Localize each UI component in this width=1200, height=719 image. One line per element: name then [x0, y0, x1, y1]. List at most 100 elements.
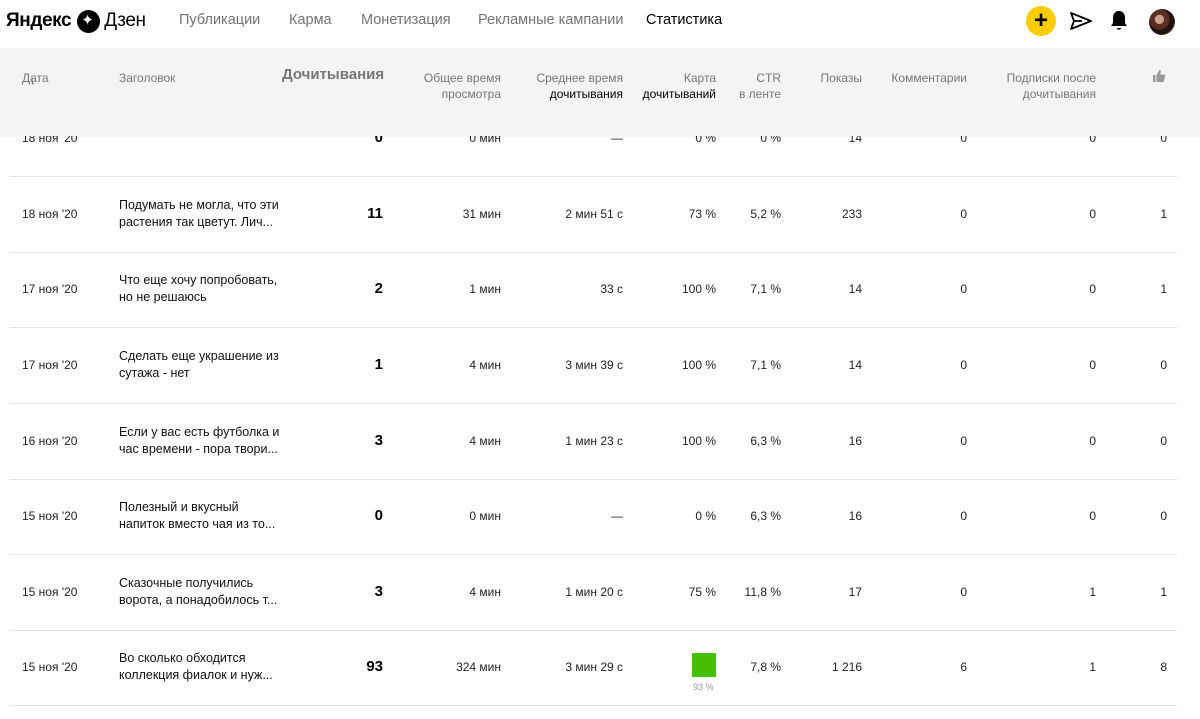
- nav-monetization[interactable]: Монетизация: [361, 12, 451, 28]
- cell-ctr: 11,8 %: [744, 585, 781, 599]
- cell-date: 18 ноя '20: [22, 207, 78, 221]
- plus-icon[interactable]: +: [1026, 6, 1056, 36]
- col-reading-map[interactable]: Карта дочитываний: [643, 70, 716, 102]
- send-icon[interactable]: [1070, 11, 1092, 31]
- cell-comments: 0: [960, 207, 967, 221]
- cell-title-link[interactable]: Сделать еще украшение из сутажа - нет: [119, 348, 289, 382]
- nav-statistics[interactable]: Статистика: [646, 12, 722, 28]
- cell-views: 14: [848, 282, 862, 296]
- col-avg-time-line2: дочитывания: [549, 87, 623, 101]
- cell-total-time: 1 мин: [469, 282, 501, 296]
- cell-title-link[interactable]: Сказочные получились ворота, а понадобило…: [119, 575, 289, 609]
- col-map-line1: Карта: [683, 71, 716, 85]
- cell-comments: 0: [960, 282, 967, 296]
- cell-title-line1: Во сколько обходится: [119, 651, 246, 665]
- cell-title-line1: Подумать не могла, что эти: [119, 198, 279, 212]
- cell-avg-time: 3 мин 29 с: [565, 660, 623, 674]
- cell-total-time: 31 мин: [462, 207, 501, 221]
- cell-title-line1: Сделать еще украшение из: [119, 349, 279, 363]
- cell-date: 17 ноя '20: [22, 358, 78, 372]
- cell-date: 17 ноя '20: [22, 282, 78, 296]
- col-comments[interactable]: Комментарии: [891, 70, 967, 86]
- table-row[interactable]: 15 ноя '20 Полезный и вкусный напиток вмес…: [10, 479, 1177, 555]
- cell-total-time: 0 мин: [469, 509, 501, 523]
- table-row[interactable]: 17 ноя '20 Сделать еще украшение из сутажа…: [10, 328, 1177, 404]
- cell-likes: 1: [1160, 585, 1167, 599]
- yandex-zen-logo[interactable]: Яндекс Дзен: [6, 8, 146, 34]
- thumbs-up-icon[interactable]: [1152, 69, 1166, 83]
- col-reads[interactable]: Дочитывания: [282, 67, 384, 83]
- cell-title-line2: ворота, а понадобилось т...: [119, 593, 278, 607]
- cell-title-link[interactable]: Если у вас есть футболка и час времени - …: [119, 424, 289, 458]
- nav-ad-campaigns[interactable]: Рекламные кампании: [478, 12, 623, 28]
- avatar[interactable]: [1149, 9, 1175, 35]
- cell-likes: 0: [1160, 509, 1167, 523]
- cell-comments: 0: [960, 358, 967, 372]
- table-row[interactable]: 16 ноя '20 Если у вас есть футболка и час …: [10, 404, 1177, 480]
- cell-views: 16: [848, 434, 862, 448]
- cell-views: 233: [841, 207, 862, 221]
- cell-avg-time: —: [611, 509, 623, 523]
- cell-reading-map: 100 %: [681, 358, 716, 372]
- cell-title-link[interactable]: Полезный и вкусный напиток вместо чая из …: [119, 499, 289, 533]
- cell-reads: 2: [374, 280, 383, 297]
- cell-reads: 3: [374, 432, 383, 449]
- cell-comments: 0: [960, 509, 967, 523]
- col-subs-line2: дочитывания: [1022, 87, 1096, 101]
- cell-reading-map: 75 %: [688, 585, 716, 599]
- cell-title-link[interactable]: Во сколько обходится коллекция фиалок и н…: [119, 650, 289, 684]
- cell-subscriptions: 0: [1089, 282, 1096, 296]
- cell-total-time: 4 мин: [469, 585, 501, 599]
- col-date[interactable]: Дата ↓: [22, 70, 49, 89]
- cell-reading-map: 93 %: [693, 682, 714, 692]
- col-ctr[interactable]: CTR в ленте: [739, 70, 781, 102]
- cell-subscriptions: 1: [1089, 660, 1096, 674]
- zen-logo-icon: [77, 9, 101, 33]
- cell-title-line2: час времени - пора твори...: [119, 442, 278, 456]
- cell-likes: 0: [1160, 434, 1167, 448]
- cell-title-line2: но не решаюсь: [119, 290, 207, 304]
- cell-ctr: 5,2 %: [750, 207, 781, 221]
- cell-reads: 3: [374, 583, 383, 600]
- cell-title-line1: Полезный и вкусный: [119, 500, 239, 514]
- top-bar: Яндекс Дзен Публикации Карма Монетизация…: [0, 0, 1200, 48]
- cell-avg-time: 2 мин 51 с: [565, 207, 623, 221]
- sort-arrow-icon[interactable]: ↓: [30, 73, 36, 89]
- col-total-time[interactable]: Общее время просмотра: [424, 70, 501, 102]
- cell-ctr: 7,8 %: [750, 660, 781, 674]
- cell-reads: 11: [367, 205, 383, 222]
- cell-date: 15 ноя '20: [22, 660, 78, 674]
- cell-title-line2: коллекция фиалок и нуж...: [119, 668, 273, 682]
- col-ctr-line2: в ленте: [738, 87, 781, 101]
- col-subscriptions[interactable]: Подписки после дочитывания: [1007, 70, 1096, 102]
- cell-date: 15 ноя '20: [22, 585, 78, 599]
- cell-date: 16 ноя '20: [22, 434, 78, 448]
- bell-icon[interactable]: [1110, 10, 1128, 32]
- table-row[interactable]: 18 ноя '20 Подумать не могла, что эти раст…: [10, 177, 1177, 253]
- col-views[interactable]: Показы: [821, 70, 862, 86]
- table-header: Дата ↓ Заголовок Дочитывания Общее время…: [0, 48, 1200, 136]
- cell-title-line2: растения так цветут. Лич...: [119, 215, 274, 229]
- nav-publications[interactable]: Публикации: [179, 12, 260, 28]
- table-row[interactable]: 15 ноя '20 Во сколько обходится коллекция …: [10, 630, 1177, 706]
- table-row[interactable]: 17 ноя '20 Что еще хочу попробовать, но не…: [10, 252, 1177, 328]
- cell-title-link[interactable]: Что еще хочу попробовать, но не решаюсь: [119, 272, 289, 306]
- cell-title-link[interactable]: Подумать не могла, что эти растения так ц…: [119, 197, 289, 231]
- col-avg-time[interactable]: Среднее время дочитывания: [536, 70, 623, 102]
- cell-title-line1: Если у вас есть футболка и: [119, 425, 280, 439]
- reading-map-bar[interactable]: [692, 653, 716, 677]
- cell-views: 17: [848, 585, 862, 599]
- col-ctr-line1: CTR: [756, 71, 781, 85]
- cell-reads: 0: [374, 507, 383, 524]
- cell-ctr: 7,1 %: [750, 282, 781, 296]
- table-row[interactable]: 15 ноя '20 Сказочные получились ворота, а …: [10, 555, 1177, 631]
- col-title[interactable]: Заголовок: [119, 70, 175, 86]
- cell-total-time: 4 мин: [469, 358, 501, 372]
- nav-karma[interactable]: Карма: [289, 12, 332, 28]
- cell-likes: 8: [1160, 660, 1167, 674]
- cell-reads: 93: [366, 658, 383, 675]
- cell-avg-time: 1 мин 23 с: [565, 434, 623, 448]
- cell-subscriptions: 0: [1089, 207, 1096, 221]
- cell-reading-map: 100 %: [681, 434, 716, 448]
- cell-views: 1 216: [831, 660, 862, 674]
